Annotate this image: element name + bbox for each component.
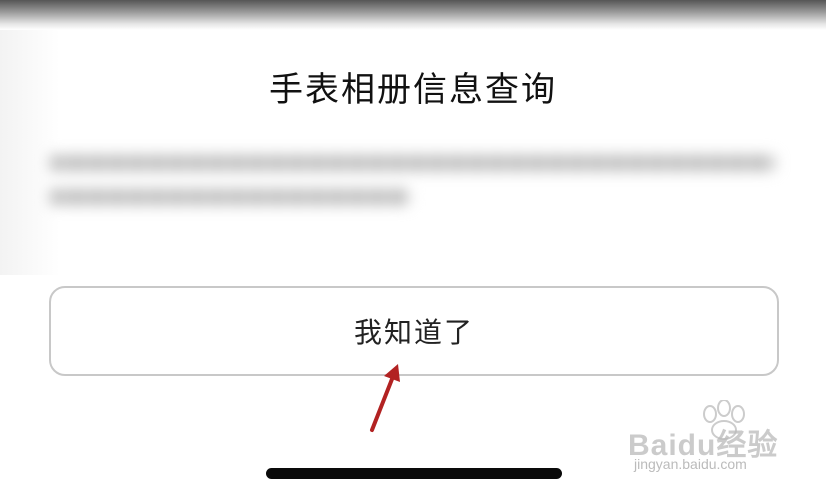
- home-indicator[interactable]: [266, 468, 562, 479]
- status-bar-shadow: [0, 0, 826, 30]
- phone-screen: 手表相册信息查询 我知道了 Baidu经验 jingyan.baidu.com: [0, 0, 826, 495]
- red-arrow-icon: [370, 364, 400, 432]
- blurred-text-line: [50, 155, 775, 171]
- dialog-title: 手表相册信息查询: [269, 70, 557, 110]
- watermark-url: jingyan.baidu.com: [634, 456, 747, 472]
- got-it-button[interactable]: 我知道了: [49, 286, 779, 376]
- blurred-message: [50, 155, 780, 215]
- blurred-text-line: [50, 189, 410, 205]
- baidu-watermark: Baidu经验 jingyan.baidu.com: [628, 400, 818, 480]
